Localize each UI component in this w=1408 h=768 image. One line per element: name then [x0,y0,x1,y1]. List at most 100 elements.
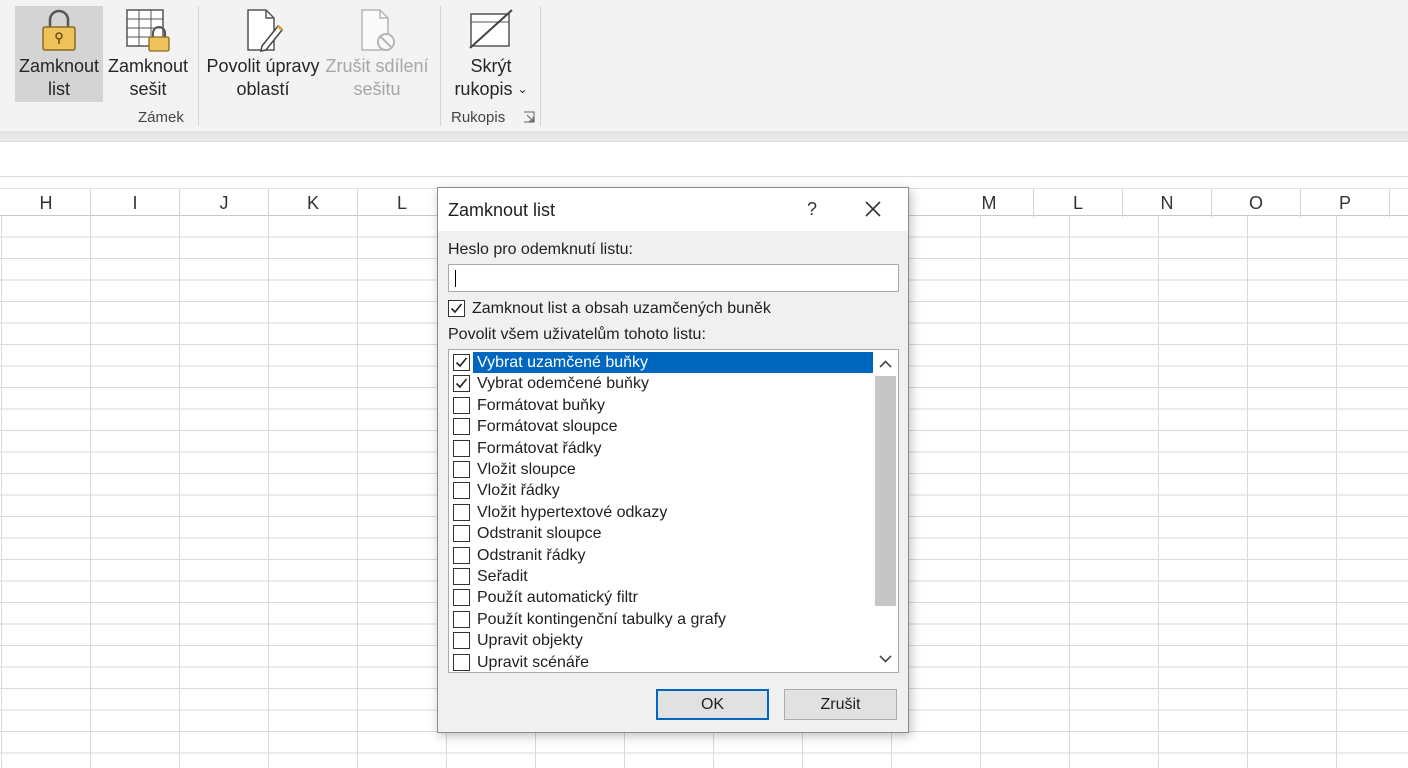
unshare-workbook-label-1: Zrušit sdílení [325,56,429,76]
ribbon-shadow [0,131,1408,141]
ribbon-separator [440,6,441,126]
column-header[interactable]: M [945,189,1034,217]
column-header[interactable]: L [1034,189,1123,217]
protect-contents-checkbox[interactable] [448,300,465,317]
permission-label: Upravit objekty [477,632,583,650]
permission-checkbox[interactable] [453,375,470,393]
chevron-down-icon[interactable] [873,647,898,671]
close-icon[interactable] [860,196,886,222]
list-item[interactable]: Vybrat odemčené buňky [449,373,873,394]
unshare-document-icon [361,9,395,51]
protect-workbook-label-1: Zamknout [107,56,189,76]
column-header[interactable]: I [91,189,180,217]
permission-label: Vložit sloupce [477,461,576,478]
protect-sheet-button[interactable]: Zamknout list [15,6,103,102]
edit-document-icon [247,9,284,52]
ribbon-separator [540,6,541,126]
permission-checkbox[interactable] [453,653,470,671]
unshare-workbook-button[interactable]: Zrušit sdílení sešitu [322,6,432,102]
dialog-launcher-icon[interactable] [523,111,535,123]
protect-contents-label[interactable]: Zamknout list a obsah uzamčených buněk [472,300,771,318]
permission-checkbox[interactable] [453,439,470,457]
check-icon [450,303,463,314]
permission-checkbox[interactable] [453,354,470,371]
list-item[interactable]: Použít kontingenční tabulky a grafy [449,609,873,630]
permission-checkbox[interactable] [453,525,470,543]
permission-label: Vložit řádky [477,482,560,500]
allow-users-label: Povolit všem uživatelům tohoto listu: [448,326,706,343]
permission-checkbox[interactable] [453,396,470,414]
list-item[interactable]: Upravit objekty [449,630,873,651]
ok-button[interactable]: OK [656,689,769,720]
protect-workbook-label-2: sešit [129,79,167,99]
list-item[interactable]: Seřadit [449,566,873,587]
chevron-up-icon[interactable] [873,352,898,376]
unshare-workbook-label-2: sešitu [353,79,401,99]
permission-label: Formátovat buňky [477,396,606,414]
hide-ink-label-2: rukopis [454,79,513,99]
permission-label: Vložit hypertextové odkazy [477,503,668,521]
check-icon [455,378,468,389]
cancel-button[interactable]: Zrušit [784,689,897,720]
list-item[interactable]: Vložit sloupce [449,459,873,480]
list-item[interactable]: Vybrat uzamčené buňky [449,352,873,373]
permission-checkbox[interactable] [453,589,470,607]
group-label-ink: Rukopis [451,109,506,126]
permission-label: Upravit scénáře [477,653,590,671]
help-button[interactable]: ? [799,196,825,222]
column-header[interactable]: N [1123,189,1212,217]
permission-label: Použít kontingenční tabulky a grafy [477,610,727,628]
protect-sheet-dialog: Zamknout list ? Heslo pro odemknutí list… [437,187,909,733]
list-item[interactable]: Vložit hypertextové odkazy [449,502,873,523]
list-item[interactable]: Odstranit sloupce [449,523,873,544]
allow-edit-ranges-label-1: Povolit úpravy [206,56,320,76]
formula-bar-area [0,141,1408,177]
scrollbar-thumb[interactable] [875,376,896,606]
permission-checkbox[interactable] [453,418,470,436]
list-item[interactable]: Použít automatický filtr [449,587,873,608]
column-header[interactable]: P [1301,189,1390,217]
check-icon [455,357,468,368]
column-header[interactable]: O [1212,189,1301,217]
column-header[interactable]: H [2,189,91,217]
permission-checkbox[interactable] [453,503,470,521]
protect-sheet-label-1: Zamknout [18,56,100,76]
password-input[interactable] [448,264,899,292]
hide-ink-button[interactable]: Skrýt rukopis ⌄ [446,6,536,102]
text-caret [455,270,456,287]
permissions-list[interactable]: Vybrat uzamčené buňky Vybrat odemčené bu… [448,349,899,673]
allow-edit-ranges-label-2: oblastí [236,79,290,99]
hide-ink-dropdown[interactable]: rukopis ⌄ [454,78,527,101]
permission-label: Formátovat sloupce [477,418,618,436]
list-item[interactable]: Vložit řádky [449,480,873,501]
permission-checkbox[interactable] [453,632,470,650]
permission-label: Seřadit [477,568,528,585]
ribbon: Zamknout list Zamknout sešit Povolit úpr… [0,0,1408,131]
hide-ink-label-1: Skrýt [470,56,512,76]
column-header[interactable]: J [180,189,269,217]
column-header[interactable]: L [358,189,447,217]
list-item[interactable]: Odstranit řádky [449,545,873,566]
column-header[interactable]: K [269,189,358,217]
permission-checkbox[interactable] [453,461,470,478]
hide-ink-icon [469,9,513,49]
permission-checkbox[interactable] [453,568,470,585]
permission-label: Použít automatický filtr [477,589,638,607]
dialog-titlebar[interactable]: Zamknout list ? [438,188,908,231]
permission-label: Formátovat řádky [477,439,602,457]
dialog-title: Zamknout list [448,200,556,220]
protect-workbook-button[interactable]: Zamknout sešit [105,6,191,102]
workbook-lock-icon [126,9,170,52]
permission-label: Vybrat uzamčené buňky [473,352,873,373]
allow-edit-ranges-button[interactable]: Povolit úpravy oblastí [204,6,322,102]
group-label-protect: Zámek [138,109,184,126]
permission-checkbox[interactable] [453,610,470,628]
permission-checkbox[interactable] [453,546,470,564]
list-item[interactable]: Upravit scénáře [449,652,873,672]
list-item[interactable]: Formátovat řádky [449,438,873,459]
list-item[interactable]: Formátovat buňky [449,395,873,416]
permission-checkbox[interactable] [453,482,470,500]
password-label: Heslo pro odemknutí listu: [448,241,633,258]
permission-label: Odstranit sloupce [477,525,602,543]
list-item[interactable]: Formátovat sloupce [449,416,873,437]
